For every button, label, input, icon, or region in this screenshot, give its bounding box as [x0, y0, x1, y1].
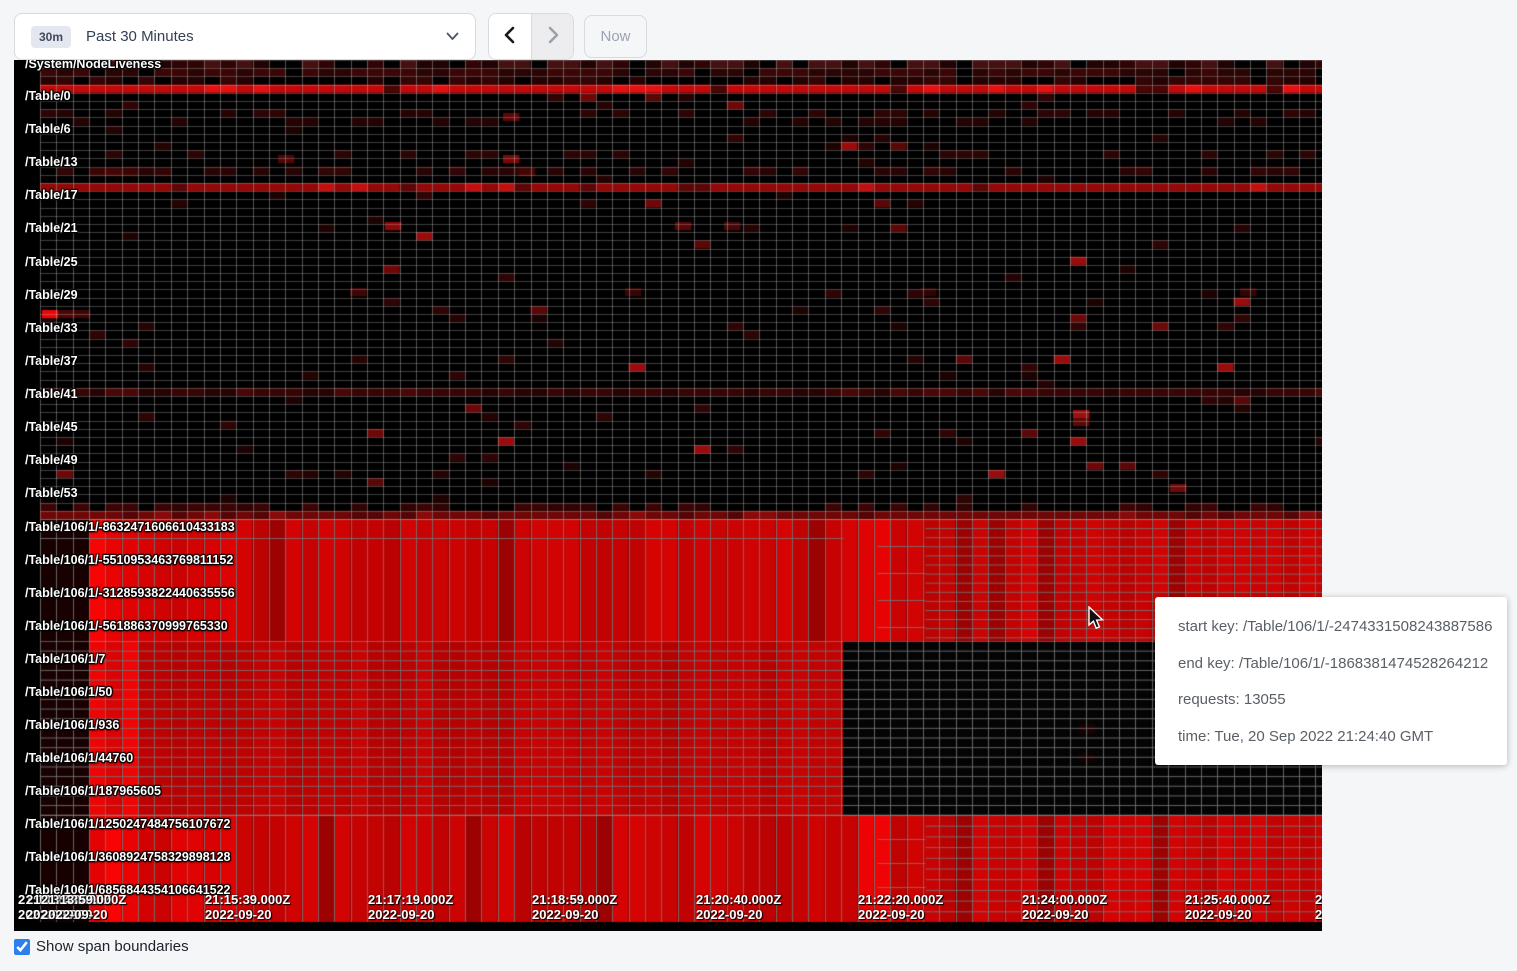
- row-label: /Table/41: [25, 387, 78, 401]
- row-label: /Table/6: [25, 122, 71, 136]
- tooltip-line: requests: 13055: [1178, 682, 1484, 719]
- show-span-boundaries-checkbox[interactable]: [14, 939, 30, 955]
- label-layer: /System/NodeLiveness/Table/0/Table/6/Tab…: [14, 60, 1322, 931]
- row-label: /Table/106/1/-5510953463769811152: [25, 553, 233, 567]
- row-label: /Table/106/1/-561886370999765330: [25, 619, 228, 633]
- time-axis-tick: 21:15:39.000Z2022-09-20: [205, 892, 290, 922]
- row-label: /Table/21: [25, 221, 78, 235]
- chevron-left-icon: [503, 26, 517, 47]
- back-button[interactable]: [489, 14, 531, 59]
- row-label: /Table/37: [25, 354, 78, 368]
- time-axis-tick: 21:24:00.000Z2022-09-20: [1022, 892, 1107, 922]
- time-axis-tick: 21:17:19.000Z2022-09-20: [368, 892, 453, 922]
- row-label: /Table/106/1/7: [25, 652, 105, 666]
- time-axis-tick: 21:27:20.000Z2022-09-20: [1315, 892, 1322, 922]
- mouse-cursor-icon: [1084, 606, 1106, 632]
- key-visualizer: /System/NodeLiveness/Table/0/Table/6/Tab…: [14, 60, 1322, 931]
- toolbar: 30m Past 30 Minutes Now: [0, 0, 1517, 60]
- time-range-badge: 30m: [31, 26, 71, 48]
- time-range-dropdown[interactable]: 30m Past 30 Minutes: [14, 13, 476, 60]
- row-label: /Table/106/1/-8632471606610433183: [25, 520, 235, 534]
- row-label: /Table/106/1/1250247484756107672: [25, 817, 231, 831]
- forward-button[interactable]: [531, 14, 573, 59]
- tooltip-line: start key: /Table/106/1/-247433150824388…: [1178, 609, 1484, 646]
- time-axis-tick: 21:25:40.000Z2022-09-20: [1185, 892, 1270, 922]
- row-label: /System/NodeLiveness: [25, 60, 161, 71]
- chevron-down-icon: [446, 32, 459, 41]
- time-axis-tick: 21:22:20.000Z2022-09-20: [858, 892, 943, 922]
- tooltip-line: end key: /Table/106/1/-18683814745282642…: [1178, 646, 1484, 683]
- time-axis-tick: 21:13:59.000Z2022-09-20: [41, 892, 126, 922]
- row-label: /Table/106/1/-3128593822440635556: [25, 586, 235, 600]
- row-label: /Table/17: [25, 188, 78, 202]
- time-nav-group: [488, 13, 574, 60]
- row-label: /Table/106/1/44760: [25, 751, 133, 765]
- hover-tooltip: start key: /Table/106/1/-247433150824388…: [1155, 597, 1507, 765]
- now-button[interactable]: Now: [584, 15, 647, 58]
- row-label: /Table/106/1/50: [25, 685, 112, 699]
- row-label: /Table/13: [25, 155, 78, 169]
- row-label: /Table/106/1/3608924758329898128: [25, 850, 231, 864]
- row-label: /Table/53: [25, 486, 78, 500]
- time-axis-tick: 21:18:59.000Z2022-09-20: [532, 892, 617, 922]
- show-span-boundaries-label: Show span boundaries: [36, 938, 189, 955]
- row-label: /Table/33: [25, 321, 78, 335]
- row-label: /Table/106/1/936: [25, 718, 119, 732]
- row-label: /Table/49: [25, 453, 78, 467]
- chevron-right-icon: [546, 26, 560, 47]
- time-range-label: Past 30 Minutes: [86, 28, 194, 45]
- row-label: /Table/29: [25, 288, 78, 302]
- tooltip-line: time: Tue, 20 Sep 2022 21:24:40 GMT: [1178, 719, 1484, 756]
- row-label: /Table/45: [25, 420, 78, 434]
- footer: Show span boundaries: [14, 938, 189, 955]
- row-label: /Table/25: [25, 255, 78, 269]
- row-label: /Table/0: [25, 89, 71, 103]
- time-axis-tick: 21:20:40.000Z2022-09-20: [696, 892, 781, 922]
- row-label: /Table/106/1/187965605: [25, 784, 161, 798]
